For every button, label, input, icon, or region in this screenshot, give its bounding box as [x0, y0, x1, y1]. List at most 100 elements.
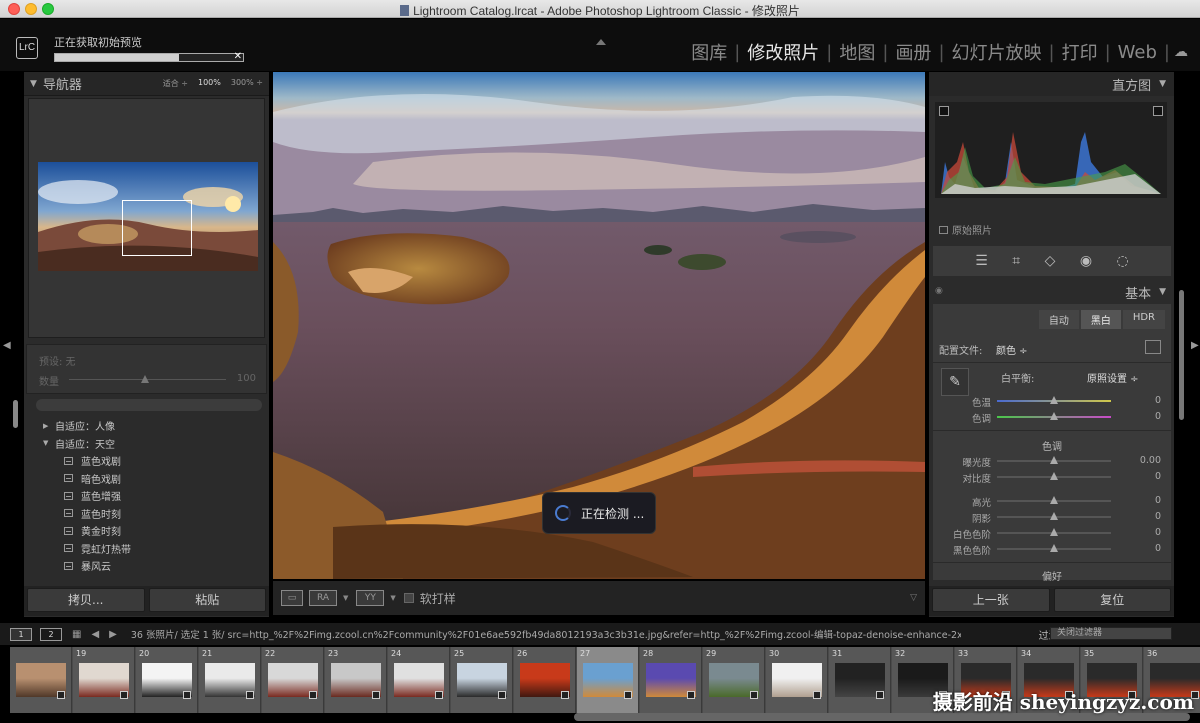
filmstrip-thumbnail[interactable]: 21 [199, 647, 261, 713]
grid-view-icon[interactable]: ▦ [72, 629, 81, 640]
right-panel-toggle-icon[interactable]: ▶ [1191, 340, 1199, 351]
filmstrip-thumbnail[interactable]: 26 [514, 647, 576, 713]
tint-knob[interactable] [1050, 412, 1058, 420]
forward-arrow-icon[interactable]: ▶ [109, 629, 117, 640]
whites-knob[interactable] [1050, 528, 1058, 536]
profile-browser-grid-icon[interactable] [1145, 340, 1161, 354]
highlights-value[interactable]: 0 [1155, 495, 1161, 506]
shadows-knob[interactable] [1050, 512, 1058, 520]
filmstrip-source-info[interactable]: 36 张照片/ 选定 1 张/ src=http_%2F%2Fimg.zcool… [131, 627, 961, 641]
contrast-knob[interactable] [1050, 472, 1058, 480]
filmstrip-thumbnail[interactable]: 27 [577, 647, 639, 713]
previous-button[interactable]: 上一张 [932, 588, 1050, 612]
red-eye-icon[interactable]: ◉ [1080, 253, 1092, 269]
module-tab[interactable]: 修改照片 [740, 39, 826, 65]
before-after-swap-icon[interactable]: YY [356, 590, 385, 606]
contrast-value[interactable]: 0 [1155, 471, 1161, 482]
whites-value[interactable]: 0 [1155, 527, 1161, 538]
temp-value[interactable]: 0 [1155, 395, 1161, 406]
navigator-preview[interactable] [28, 98, 265, 338]
crop-icon[interactable]: ⌗ [1012, 253, 1020, 269]
highlights-slider-row[interactable]: 高光 0 [933, 494, 1171, 509]
preset-item[interactable]: 暗色戏剧 [24, 470, 269, 488]
preset-item[interactable]: 霓虹灯热带 [24, 540, 269, 558]
hdr-button[interactable]: HDR [1122, 310, 1165, 329]
module-tab[interactable]: 图库 [684, 39, 734, 65]
secondary-window-button[interactable]: 2 [40, 627, 62, 641]
module-tab[interactable]: 地图 [832, 39, 882, 65]
filmstrip-thumbnail[interactable]: 28 [640, 647, 702, 713]
navigator-thumbnail[interactable] [38, 162, 258, 271]
left-panel-toggle-icon[interactable]: ◀ [3, 340, 11, 351]
tint-value[interactable]: 0 [1155, 411, 1161, 422]
adjust-sliders-icon[interactable]: ☰ [975, 253, 988, 269]
reset-button[interactable]: 复位 [1053, 588, 1171, 612]
left-panel-scrollbar[interactable] [13, 400, 18, 428]
highlights-knob[interactable] [1050, 496, 1058, 504]
navigator-header[interactable]: ▼ 导航器 适合 ÷ 100% 300% ÷ [24, 72, 269, 96]
collapse-triangle-icon[interactable]: ▼ [1159, 79, 1166, 89]
collapse-triangle-icon[interactable]: ▼ [1159, 287, 1166, 297]
loupe-view-icon[interactable]: ▭ [281, 590, 303, 606]
filmstrip-thumbnail[interactable]: 31 [829, 647, 891, 713]
module-tab[interactable]: Web [1111, 42, 1164, 63]
shadows-value[interactable]: 0 [1155, 511, 1161, 522]
exposure-slider-row[interactable]: 曝光度 0.00 [933, 454, 1171, 469]
paste-button[interactable]: 粘贴 [148, 588, 266, 612]
blacks-slider-row[interactable]: 黑色色阶 0 [933, 542, 1171, 557]
main-window-button[interactable]: 1 [10, 627, 32, 641]
filmstrip-thumbnail[interactable] [10, 647, 72, 713]
exposure-knob[interactable] [1050, 456, 1058, 464]
preset-item[interactable]: 蓝色增强 [24, 487, 269, 505]
temp-slider-row[interactable]: 色温 0 [933, 394, 1171, 409]
shadows-slider-row[interactable]: 阴影 0 [933, 510, 1171, 525]
amount-slider-knob[interactable] [141, 375, 149, 383]
filmstrip-thumbnail[interactable]: 29 [703, 647, 765, 713]
blacks-knob[interactable] [1050, 544, 1058, 552]
basic-header[interactable]: 基本 ▼ [929, 282, 1174, 302]
right-panel-scrollbar[interactable] [1179, 290, 1184, 420]
wb-select[interactable]: 原照设置 ÷ [1087, 370, 1139, 385]
tint-slider-row[interactable]: 色调 0 [933, 410, 1171, 425]
module-tab[interactable]: 幻灯片放映 [945, 39, 1049, 65]
masking-icon[interactable]: ◌ [1116, 253, 1128, 269]
preset-item[interactable]: 暴风云 [24, 557, 269, 575]
auto-button[interactable]: 自动 [1038, 310, 1079, 329]
collapsed-triangle-icon[interactable]: ▶ [43, 422, 55, 430]
cancel-progress-icon[interactable]: ✕ [234, 51, 242, 62]
cloud-icon[interactable]: ☁ [1174, 44, 1188, 60]
shadow-clipping-icon[interactable] [939, 106, 949, 116]
toolbar-menu-icon[interactable]: ▽ [910, 593, 917, 603]
temp-knob[interactable] [1050, 396, 1058, 404]
preset-group[interactable]: ▶ 自适应：人像 [24, 417, 269, 435]
filmstrip-thumbnail[interactable]: 25 [451, 647, 513, 713]
bw-button[interactable]: 黑白 [1080, 310, 1121, 329]
highlight-clipping-icon[interactable] [1153, 106, 1163, 116]
zoom-300-option[interactable]: 300% ÷ [231, 78, 263, 89]
zoom-100-option[interactable]: 100% [198, 78, 221, 89]
original-checkbox[interactable] [939, 225, 948, 234]
filmstrip-thumbnail[interactable]: 19 [73, 647, 135, 713]
histogram-graph[interactable] [935, 102, 1167, 198]
swap-dropdown-icon[interactable]: ▼ [390, 594, 395, 602]
navigator-zoom-box[interactable] [122, 200, 192, 256]
filmstrip-thumbnail[interactable]: 30 [766, 647, 828, 713]
whites-slider-row[interactable]: 白色色阶 0 [933, 526, 1171, 541]
softproof-checkbox[interactable] [403, 593, 414, 603]
filmstrip-thumbnail[interactable]: 20 [136, 647, 198, 713]
collapse-triangle-icon[interactable]: ▼ [30, 79, 37, 89]
filmstrip-thumbnail[interactable]: 22 [262, 647, 324, 713]
preset-item[interactable]: 蓝色戏剧 [24, 452, 269, 470]
original-photo-toggle[interactable]: 原始照片 [939, 222, 992, 237]
expanded-triangle-icon[interactable]: ▼ [43, 439, 55, 447]
copy-button[interactable]: 拷贝... [27, 588, 145, 612]
back-arrow-icon[interactable]: ◀ [91, 629, 99, 640]
zoom-fit-option[interactable]: 适合 ÷ [163, 78, 188, 89]
before-after-dropdown-icon[interactable]: ▼ [343, 594, 348, 602]
exposure-value[interactable]: 0.00 [1140, 455, 1161, 466]
preset-item[interactable]: 黄金时刻 [24, 522, 269, 540]
collapse-top-panel-icon[interactable] [596, 39, 606, 45]
before-after-view-icon[interactable]: RA [309, 590, 337, 606]
preset-group[interactable]: ▼ 自适应：天空 [24, 435, 269, 453]
filmstrip-thumbnail[interactable]: 23 [325, 647, 387, 713]
